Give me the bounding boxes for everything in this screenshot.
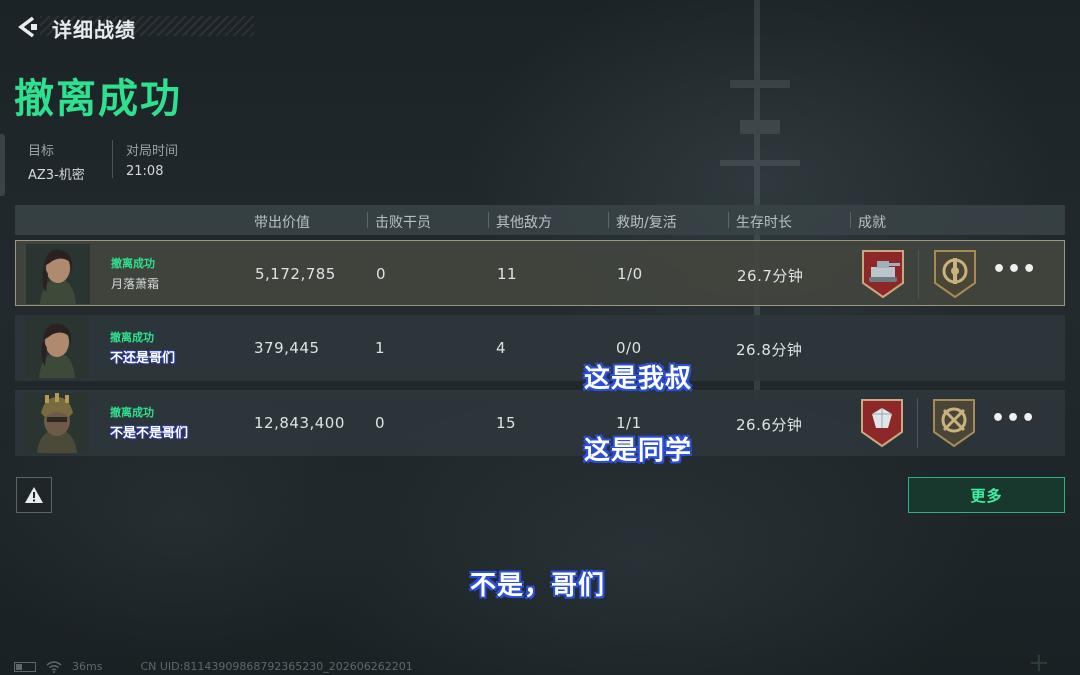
match-time-label: 对局时间 bbox=[126, 144, 179, 159]
wheel-badge-icon[interactable] bbox=[931, 249, 979, 299]
other-enemies: 11 bbox=[497, 265, 518, 283]
table-header: 带出价值 击败干员 其他敌方 救助/复活 生存时长 成就 bbox=[15, 205, 1065, 235]
header-assist: 救助/复活 bbox=[616, 215, 677, 231]
more-options-icon[interactable]: ••• bbox=[991, 408, 1035, 430]
operators-killed: 0 bbox=[376, 265, 387, 283]
header-divider bbox=[850, 212, 851, 228]
table-row[interactable]: 撤离成功 不还是哥们 379,445 1 4 0/0 26.8分钟 bbox=[15, 315, 1065, 381]
table-row[interactable]: 撤离成功 月落萧霜 5,172,785 0 11 1/0 26.7分钟 ••• bbox=[15, 240, 1065, 306]
side-tab[interactable] bbox=[0, 134, 5, 196]
header-divider bbox=[608, 212, 609, 228]
target-info: 目标 AZ3-机密 bbox=[28, 140, 85, 183]
operators-killed: 0 bbox=[375, 414, 386, 432]
page-title: 详细战绩 bbox=[52, 18, 136, 42]
header-survival: 生存时长 bbox=[736, 215, 792, 231]
badge-divider bbox=[918, 249, 919, 299]
operator-avatar bbox=[25, 318, 89, 378]
other-enemies: 4 bbox=[496, 339, 507, 357]
match-time-value: 21:08 bbox=[126, 164, 164, 179]
back-button[interactable] bbox=[14, 12, 42, 42]
player-status: 撤离成功 bbox=[110, 331, 154, 344]
player-name: 不是不是哥们 bbox=[110, 426, 189, 441]
header-other-enemies: 其他敌方 bbox=[496, 215, 552, 231]
more-button[interactable]: 更多 bbox=[908, 477, 1065, 513]
match-time-info: 对局时间 21:08 bbox=[126, 140, 178, 179]
extracted-value: 12,843,400 bbox=[254, 414, 345, 432]
assist-revive: 1/0 bbox=[617, 265, 643, 283]
header-kills: 击败干员 bbox=[375, 215, 431, 231]
header-value: 带出价值 bbox=[254, 215, 310, 231]
extracted-value: 379,445 bbox=[254, 339, 320, 357]
extracted-value: 5,172,785 bbox=[255, 265, 336, 283]
diamond-badge-icon[interactable] bbox=[858, 398, 906, 448]
more-options-icon[interactable]: ••• bbox=[992, 259, 1036, 281]
header-divider bbox=[488, 212, 489, 228]
player-status: 撤离成功 bbox=[111, 257, 155, 270]
video-caption: 这是同学 bbox=[584, 436, 693, 466]
player-status: 撤离成功 bbox=[110, 406, 154, 419]
report-button[interactable] bbox=[16, 477, 52, 513]
badge-divider bbox=[917, 398, 918, 448]
ping-value: 36ms bbox=[72, 660, 103, 673]
target-value: AZ3-机密 bbox=[28, 168, 85, 183]
crosshair-badge-icon[interactable] bbox=[930, 398, 978, 448]
player-name: 月落萧霜 bbox=[111, 277, 160, 291]
operator-avatar bbox=[25, 393, 89, 453]
assist-revive: 0/0 bbox=[616, 339, 642, 357]
header-divider bbox=[728, 212, 729, 228]
tank-badge-icon[interactable] bbox=[859, 249, 907, 299]
extraction-result-title: 撤离成功 bbox=[14, 76, 182, 122]
header-achievements: 成就 bbox=[858, 215, 886, 231]
warning-icon bbox=[25, 487, 43, 503]
other-enemies: 15 bbox=[496, 414, 517, 432]
survival-time: 26.6分钟 bbox=[736, 416, 803, 434]
video-caption: 这是我叔 bbox=[584, 364, 693, 394]
video-caption: 不是，哥们 bbox=[470, 571, 606, 601]
corner-crosshair-icon: + bbox=[1028, 648, 1050, 675]
header-divider bbox=[367, 212, 368, 228]
survival-time: 26.7分钟 bbox=[737, 267, 804, 285]
operator-avatar bbox=[26, 244, 90, 304]
wifi-icon bbox=[46, 660, 62, 673]
player-name: 不还是哥们 bbox=[110, 351, 176, 366]
status-footer: 36ms CN UID:8114390986879236523​0_202606… bbox=[14, 660, 413, 673]
operators-killed: 1 bbox=[375, 339, 386, 357]
table-row[interactable]: 撤离成功 不是不是哥们 12,843,400 0 15 1/1 26.6分钟 •… bbox=[15, 390, 1065, 456]
back-arrow-icon bbox=[18, 16, 37, 38]
battery-icon bbox=[14, 661, 36, 672]
target-label: 目标 bbox=[28, 144, 55, 159]
meta-divider bbox=[112, 140, 113, 178]
uid-text: CN UID:8114390986879236523​0_20260626220… bbox=[140, 660, 413, 673]
survival-time: 26.8分钟 bbox=[736, 341, 803, 359]
